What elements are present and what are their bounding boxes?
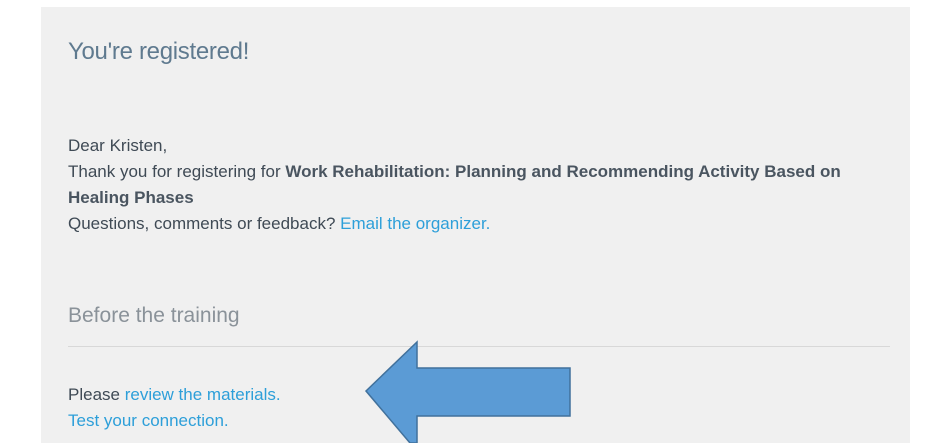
before-training-heading: Before the training	[68, 304, 240, 327]
review-materials-link[interactable]: review the materials.	[125, 385, 281, 404]
questions-paragraph: Questions, comments or feedback? Email t…	[68, 211, 888, 237]
thanks-paragraph: Thank you for registering for Work Rehab…	[68, 159, 888, 211]
materials-prefix: Please	[68, 385, 125, 404]
section-divider	[68, 346, 890, 347]
questions-prefix: Questions, comments or feedback?	[68, 214, 341, 233]
registration-email-card: You're registered! Dear Kristen, Thank y…	[41, 7, 910, 443]
email-body: Dear Kristen, Thank you for registering …	[68, 133, 888, 237]
page-title: You're registered!	[68, 38, 250, 65]
email-organizer-link[interactable]: Email the organizer.	[340, 214, 490, 233]
before-training-links: Please review the materials. Test your c…	[68, 382, 281, 434]
test-connection-link[interactable]: Test your connection.	[68, 411, 229, 430]
thanks-prefix: Thank you for registering for	[68, 162, 286, 181]
greeting-text: Dear Kristen,	[68, 136, 168, 155]
materials-line: Please review the materials.	[68, 382, 281, 408]
connection-line: Test your connection.	[68, 408, 281, 434]
